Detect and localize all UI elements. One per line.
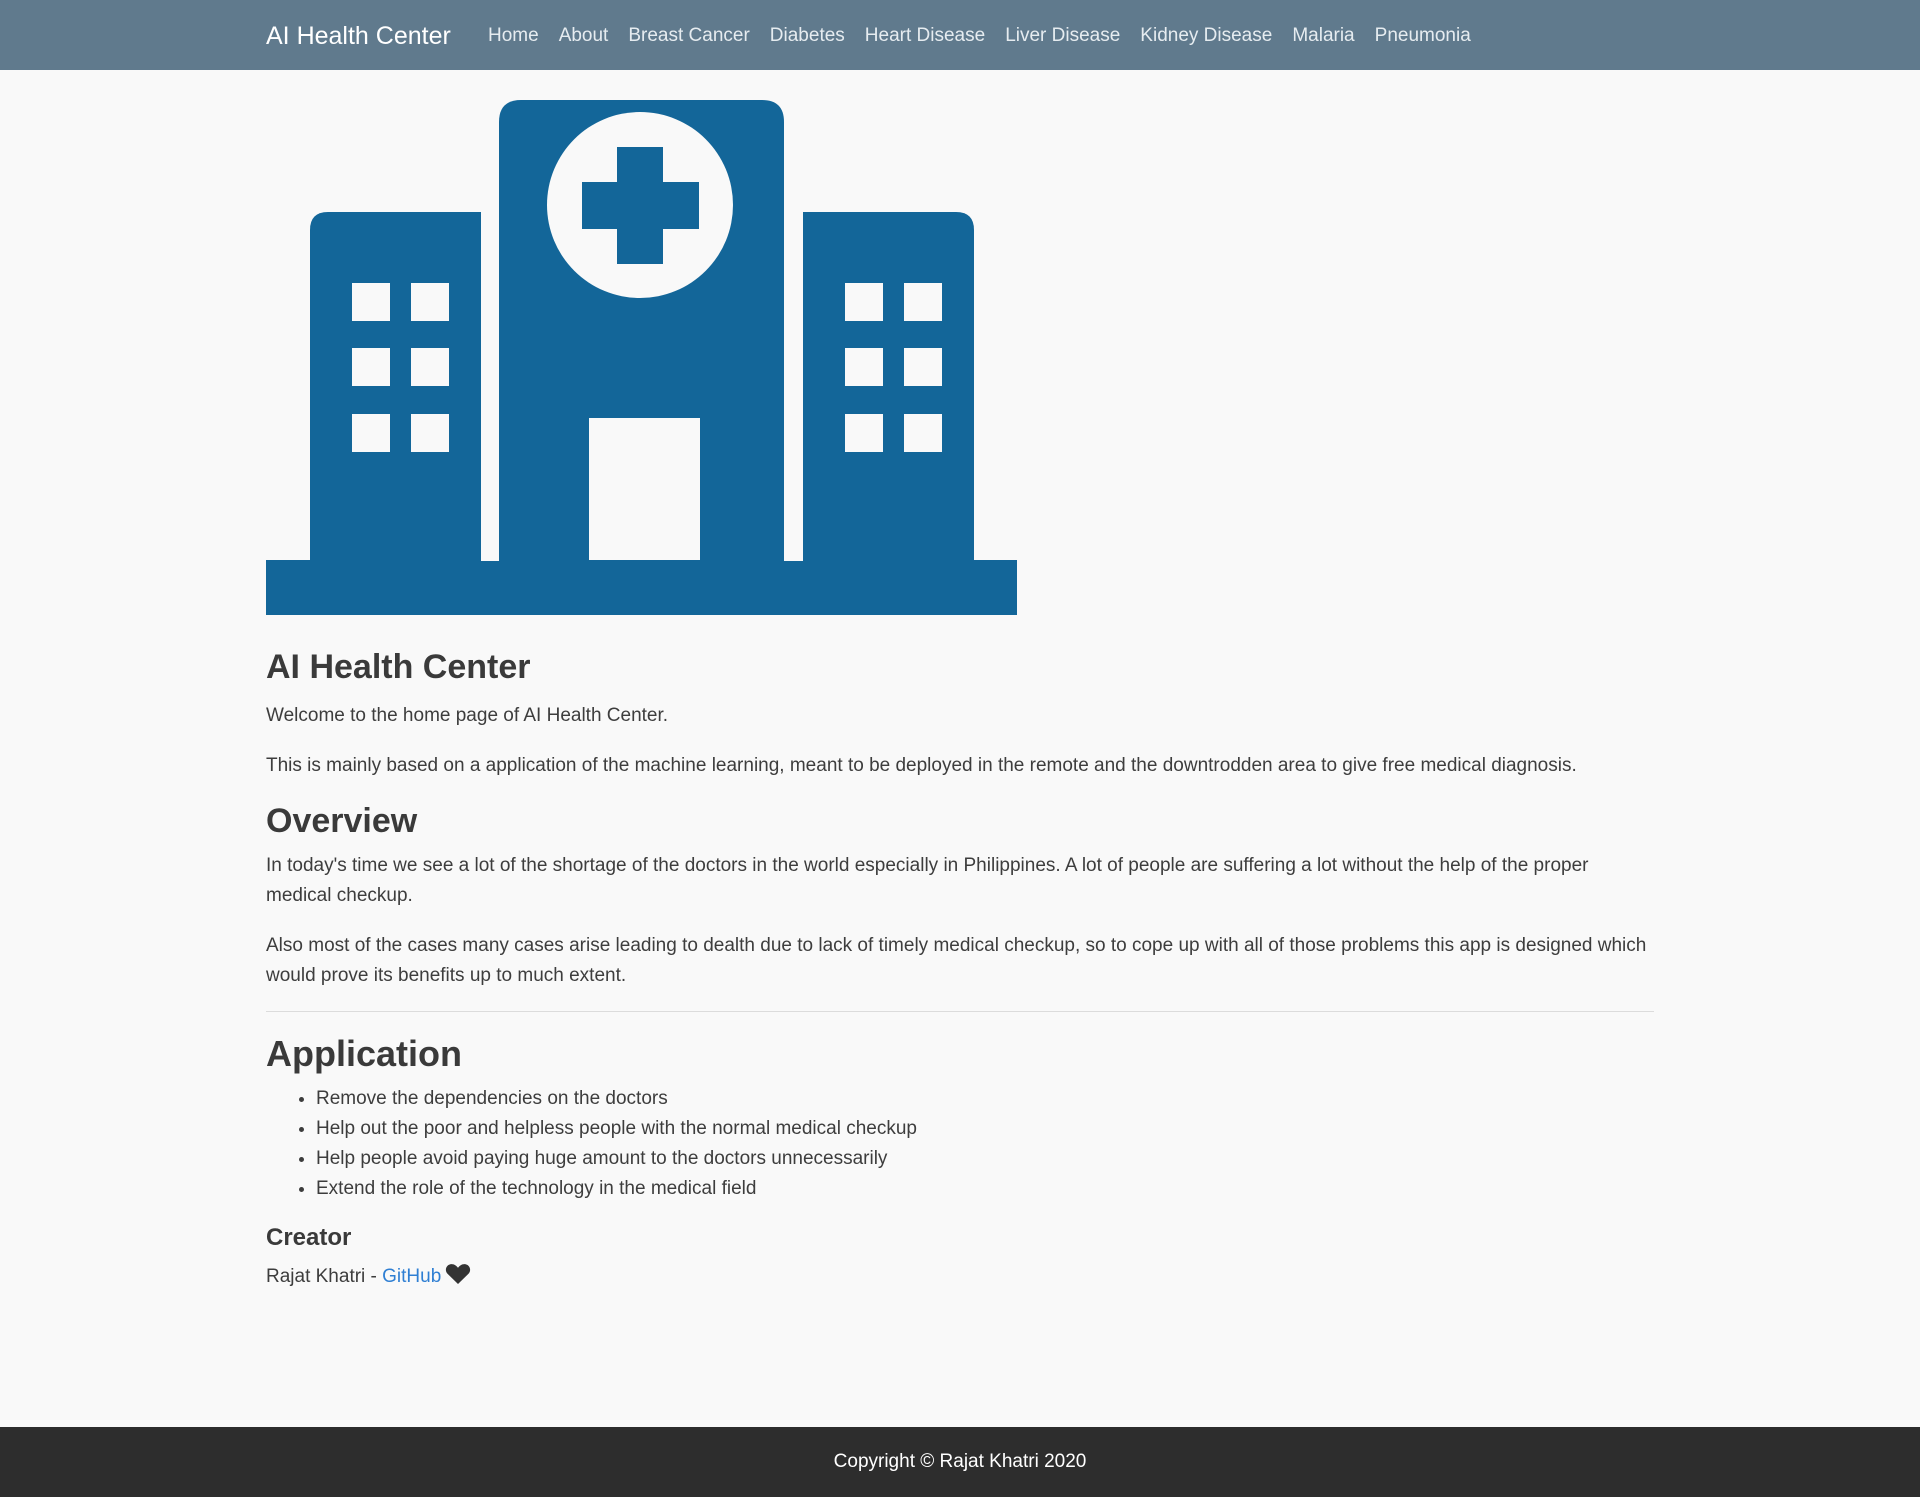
list-item: Remove the dependencies on the doctors (316, 1084, 1654, 1114)
nav-links: Home About Breast Cancer Diabetes Heart … (478, 22, 1481, 50)
welcome-text: Welcome to the home page of AI Health Ce… (266, 705, 669, 726)
heart-icon (446, 1264, 471, 1284)
navbar: AI Health Center Home About Breast Cance… (0, 0, 1920, 70)
application-list: Remove the dependencies on the doctors H… (266, 1084, 1654, 1204)
list-item: Help people avoid paying huge amount to … (316, 1144, 1654, 1174)
page-title: AI Health Center (266, 648, 531, 686)
overview-paragraph-2: Also most of the cases many cases arise … (266, 935, 1647, 986)
nav-link-liver-disease[interactable]: Liver Disease (995, 22, 1130, 50)
creator-heading: Creator (266, 1224, 352, 1251)
nav-link-about[interactable]: About (549, 22, 619, 50)
list-item: Extend the role of the technology in the… (316, 1174, 1654, 1204)
overview-paragraph-1: In today's time we see a lot of the shor… (266, 855, 1589, 906)
copyright-text: Copyright © Rajat Khatri 2020 (833, 1451, 1087, 1472)
nav-link-diabetes[interactable]: Diabetes (760, 22, 855, 50)
nav-link-malaria[interactable]: Malaria (1282, 22, 1364, 50)
footer: Copyright © Rajat Khatri 2020 (0, 1427, 1920, 1497)
hospital-icon (266, 100, 1017, 615)
creator-line: Rajat Khatri - GitHub (266, 1262, 1654, 1292)
nav-link-home[interactable]: Home (478, 22, 549, 50)
creator-name: Rajat Khatri - (266, 1266, 383, 1287)
divider (266, 1011, 1654, 1012)
nav-link-heart-disease[interactable]: Heart Disease (855, 22, 995, 50)
nav-link-kidney-disease[interactable]: Kidney Disease (1130, 22, 1282, 50)
nav-link-pneumonia[interactable]: Pneumonia (1365, 22, 1481, 50)
application-heading: Application (266, 1033, 462, 1074)
nav-link-breast-cancer[interactable]: Breast Cancer (618, 22, 759, 50)
overview-heading: Overview (266, 802, 418, 840)
intro-text: This is mainly based on a application of… (266, 755, 1577, 776)
github-link[interactable]: GitHub (382, 1266, 441, 1287)
list-item: Help out the poor and helpless people wi… (316, 1114, 1654, 1144)
brand-link[interactable]: AI Health Center (266, 19, 451, 53)
main-content: AI Health Center Welcome to the home pag… (266, 100, 1654, 1292)
